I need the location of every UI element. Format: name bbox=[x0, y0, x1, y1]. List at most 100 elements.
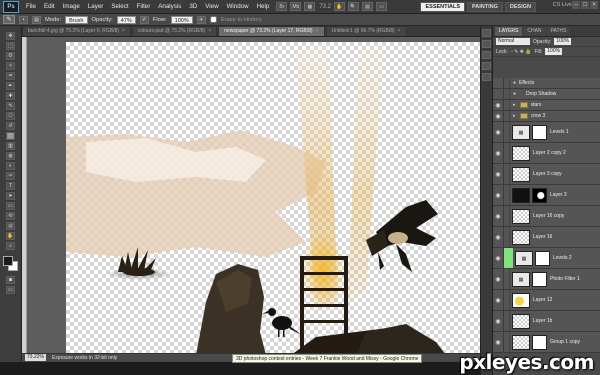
bridge-icon[interactable]: Br bbox=[276, 2, 288, 11]
screen-mode-tool-icon[interactable]: ▭ bbox=[6, 286, 15, 294]
clone-stamp-icon[interactable]: ⎔ bbox=[6, 112, 15, 120]
layer-mask-thumbnail[interactable] bbox=[532, 334, 547, 350]
maximize-icon[interactable]: □ bbox=[581, 1, 589, 9]
layer-opacity-field[interactable]: 100% bbox=[554, 38, 572, 45]
document-tab[interactable]: Untitled-1 @ 66.7% (RGB/8) × bbox=[325, 26, 407, 36]
crop-tool-icon[interactable]: ⌗ bbox=[6, 72, 15, 80]
path-select-icon[interactable]: ➤ bbox=[6, 192, 15, 200]
layer-thumbnail[interactable] bbox=[512, 313, 530, 329]
workspace-essentials[interactable]: ESSENTIALS bbox=[420, 2, 466, 12]
layer-row[interactable]: ◉ Layer 16 bbox=[493, 227, 600, 248]
minimize-icon[interactable]: – bbox=[572, 1, 580, 9]
swatches-panel-icon[interactable] bbox=[482, 62, 491, 70]
pressure-opacity-icon[interactable]: ✐ bbox=[139, 15, 149, 24]
marquee-tool-icon[interactable]: ⬚ bbox=[6, 42, 15, 50]
menu-help[interactable]: Help bbox=[253, 3, 274, 10]
hand-tool-icon[interactable]: ✋ bbox=[6, 232, 15, 240]
document-tab[interactable]: colours.psd @ 75.2% (RGB/8) × bbox=[131, 26, 218, 36]
layer-visibility-toggle[interactable]: ◉ bbox=[493, 290, 504, 310]
layer-thumbnail[interactable] bbox=[512, 187, 530, 203]
document-tab[interactable]: bunchbl 4.jpg @ 75.2% (Layer 0, RGB/8) × bbox=[22, 26, 131, 36]
canvas-area[interactable] bbox=[22, 37, 480, 359]
mini-bridge-icon[interactable]: Mb bbox=[290, 2, 302, 11]
layer-visibility-toggle[interactable]: ◉ bbox=[493, 100, 504, 110]
close-tab-icon[interactable]: × bbox=[208, 27, 211, 36]
menu-window[interactable]: Window bbox=[223, 3, 253, 10]
layer-row[interactable]: ◉ ▦ Levels 1 bbox=[493, 122, 600, 143]
fill-field[interactable]: 100% bbox=[545, 48, 563, 55]
status-zoom-field[interactable]: 73.22% bbox=[25, 354, 46, 361]
layer-row[interactable]: ◉ ▸ stars bbox=[493, 100, 600, 111]
3d-rotate-icon[interactable]: ⟲ bbox=[6, 212, 15, 220]
layer-thumbnail[interactable] bbox=[512, 145, 530, 161]
menu-analysis[interactable]: Analysis bbox=[154, 3, 185, 10]
layer-mask-thumbnail[interactable] bbox=[532, 271, 547, 287]
layer-row[interactable]: ◉ ▦ Photo Filter 1 bbox=[493, 269, 600, 290]
document-tab[interactable]: newspaper @ 73.2% (Layer 17, RGB/8) × bbox=[218, 26, 325, 36]
layer-visibility-toggle[interactable]: ◉ bbox=[493, 332, 504, 352]
view-extras-icon[interactable]: ▦ bbox=[304, 2, 316, 11]
brush-size-icon[interactable]: • bbox=[19, 15, 28, 24]
foreground-color-swatch[interactable] bbox=[3, 256, 13, 266]
layer-thumbnail[interactable]: ▦ bbox=[512, 124, 530, 140]
layer-row[interactable]: ◉ Layer 16 copy bbox=[493, 206, 600, 227]
zoom-tool-icon[interactable]: ⌕ bbox=[6, 242, 15, 250]
menu-file[interactable]: File bbox=[22, 3, 40, 10]
effect-icon[interactable]: ● bbox=[513, 80, 516, 86]
eraser-tool-icon[interactable]: ◫ bbox=[6, 132, 15, 140]
layer-thumbnail[interactable] bbox=[512, 229, 530, 245]
healing-brush-icon[interactable]: ✚ bbox=[6, 92, 15, 100]
panel-tab-chan[interactable]: CHAN bbox=[523, 27, 546, 36]
adjustments-panel-icon[interactable] bbox=[482, 73, 491, 81]
effect-icon[interactable]: ● bbox=[513, 91, 516, 97]
gradient-tool-icon[interactable]: ▥ bbox=[6, 142, 15, 150]
pen-tool-icon[interactable]: ✑ bbox=[6, 172, 15, 180]
layer-row[interactable]: ◉ Layer 3 copy bbox=[493, 164, 600, 185]
move-tool-icon[interactable]: ✥ bbox=[6, 32, 15, 40]
lock-icons[interactable]: ▫ ✎ ✥ 🔒 bbox=[511, 49, 532, 55]
lasso-tool-icon[interactable]: ʘ bbox=[6, 52, 15, 60]
blur-tool-icon[interactable]: ◍ bbox=[6, 152, 15, 160]
flow-field[interactable]: 100% bbox=[170, 15, 193, 24]
layer-visibility-toggle[interactable]: ◉ bbox=[493, 311, 504, 331]
layer-row[interactable]: ◉ Layer 2 copy 2 bbox=[493, 143, 600, 164]
layer-visibility-toggle[interactable]: ◉ bbox=[493, 111, 504, 121]
menu-select[interactable]: Select bbox=[107, 3, 132, 10]
zoom-level-readout[interactable]: 73.2 bbox=[319, 4, 331, 10]
layer-thumbnail[interactable] bbox=[512, 292, 530, 308]
brush-panel-icon[interactable] bbox=[482, 51, 491, 59]
quick-select-tool-icon[interactable]: ✧ bbox=[6, 62, 15, 70]
layer-mask-thumbnail[interactable] bbox=[532, 124, 547, 140]
menu-3d[interactable]: 3D bbox=[185, 3, 201, 10]
airbrush-icon[interactable]: ✈ bbox=[196, 15, 206, 24]
status-info-text[interactable]: Exposure works in 32-bit only bbox=[52, 355, 117, 361]
screen-mode-icon[interactable]: ▭ bbox=[376, 2, 388, 11]
expand-arrow-icon[interactable]: ▸ bbox=[513, 113, 516, 119]
dodge-tool-icon[interactable]: ◐ bbox=[6, 162, 15, 170]
menu-filter[interactable]: Filter bbox=[133, 3, 155, 10]
document-canvas[interactable] bbox=[66, 42, 480, 355]
layer-row[interactable]: ◉ ▦ Levels 2 bbox=[493, 248, 600, 269]
close-tab-icon[interactable]: × bbox=[122, 27, 125, 36]
close-icon[interactable]: × bbox=[590, 1, 598, 9]
layer-row[interactable]: ◉ Layer 3 bbox=[493, 185, 600, 206]
layer-visibility-toggle[interactable]: ◉ bbox=[493, 269, 504, 289]
layer-row[interactable]: ◉ Layer 12 bbox=[493, 290, 600, 311]
erase-to-history-checkbox[interactable] bbox=[209, 16, 217, 23]
layer-visibility-toggle[interactable]: ◉ bbox=[493, 227, 504, 247]
layer-row[interactable]: ◉ Layer 1b bbox=[493, 311, 600, 332]
eyedropper-tool-icon[interactable]: ✒ bbox=[6, 82, 15, 90]
layer-visibility-toggle[interactable]: ◉ bbox=[493, 164, 504, 184]
layer-row[interactable]: ● Effects bbox=[493, 78, 600, 89]
mode-select[interactable]: Brush bbox=[65, 15, 88, 24]
layer-visibility-toggle[interactable]: ◉ bbox=[493, 122, 504, 142]
layer-thumbnail[interactable] bbox=[512, 208, 530, 224]
opacity-field[interactable]: 47% bbox=[116, 15, 136, 24]
layer-visibility-toggle[interactable]: ◉ bbox=[493, 248, 504, 268]
history-brush-icon[interactable]: ↺ bbox=[6, 122, 15, 130]
quick-mask-icon[interactable]: ◙ bbox=[6, 276, 15, 284]
layer-visibility-toggle[interactable] bbox=[493, 78, 504, 88]
menu-view[interactable]: View bbox=[201, 3, 222, 10]
arrange-documents-icon[interactable]: ▤ bbox=[362, 2, 374, 11]
layer-mask-thumbnail[interactable] bbox=[532, 187, 547, 203]
